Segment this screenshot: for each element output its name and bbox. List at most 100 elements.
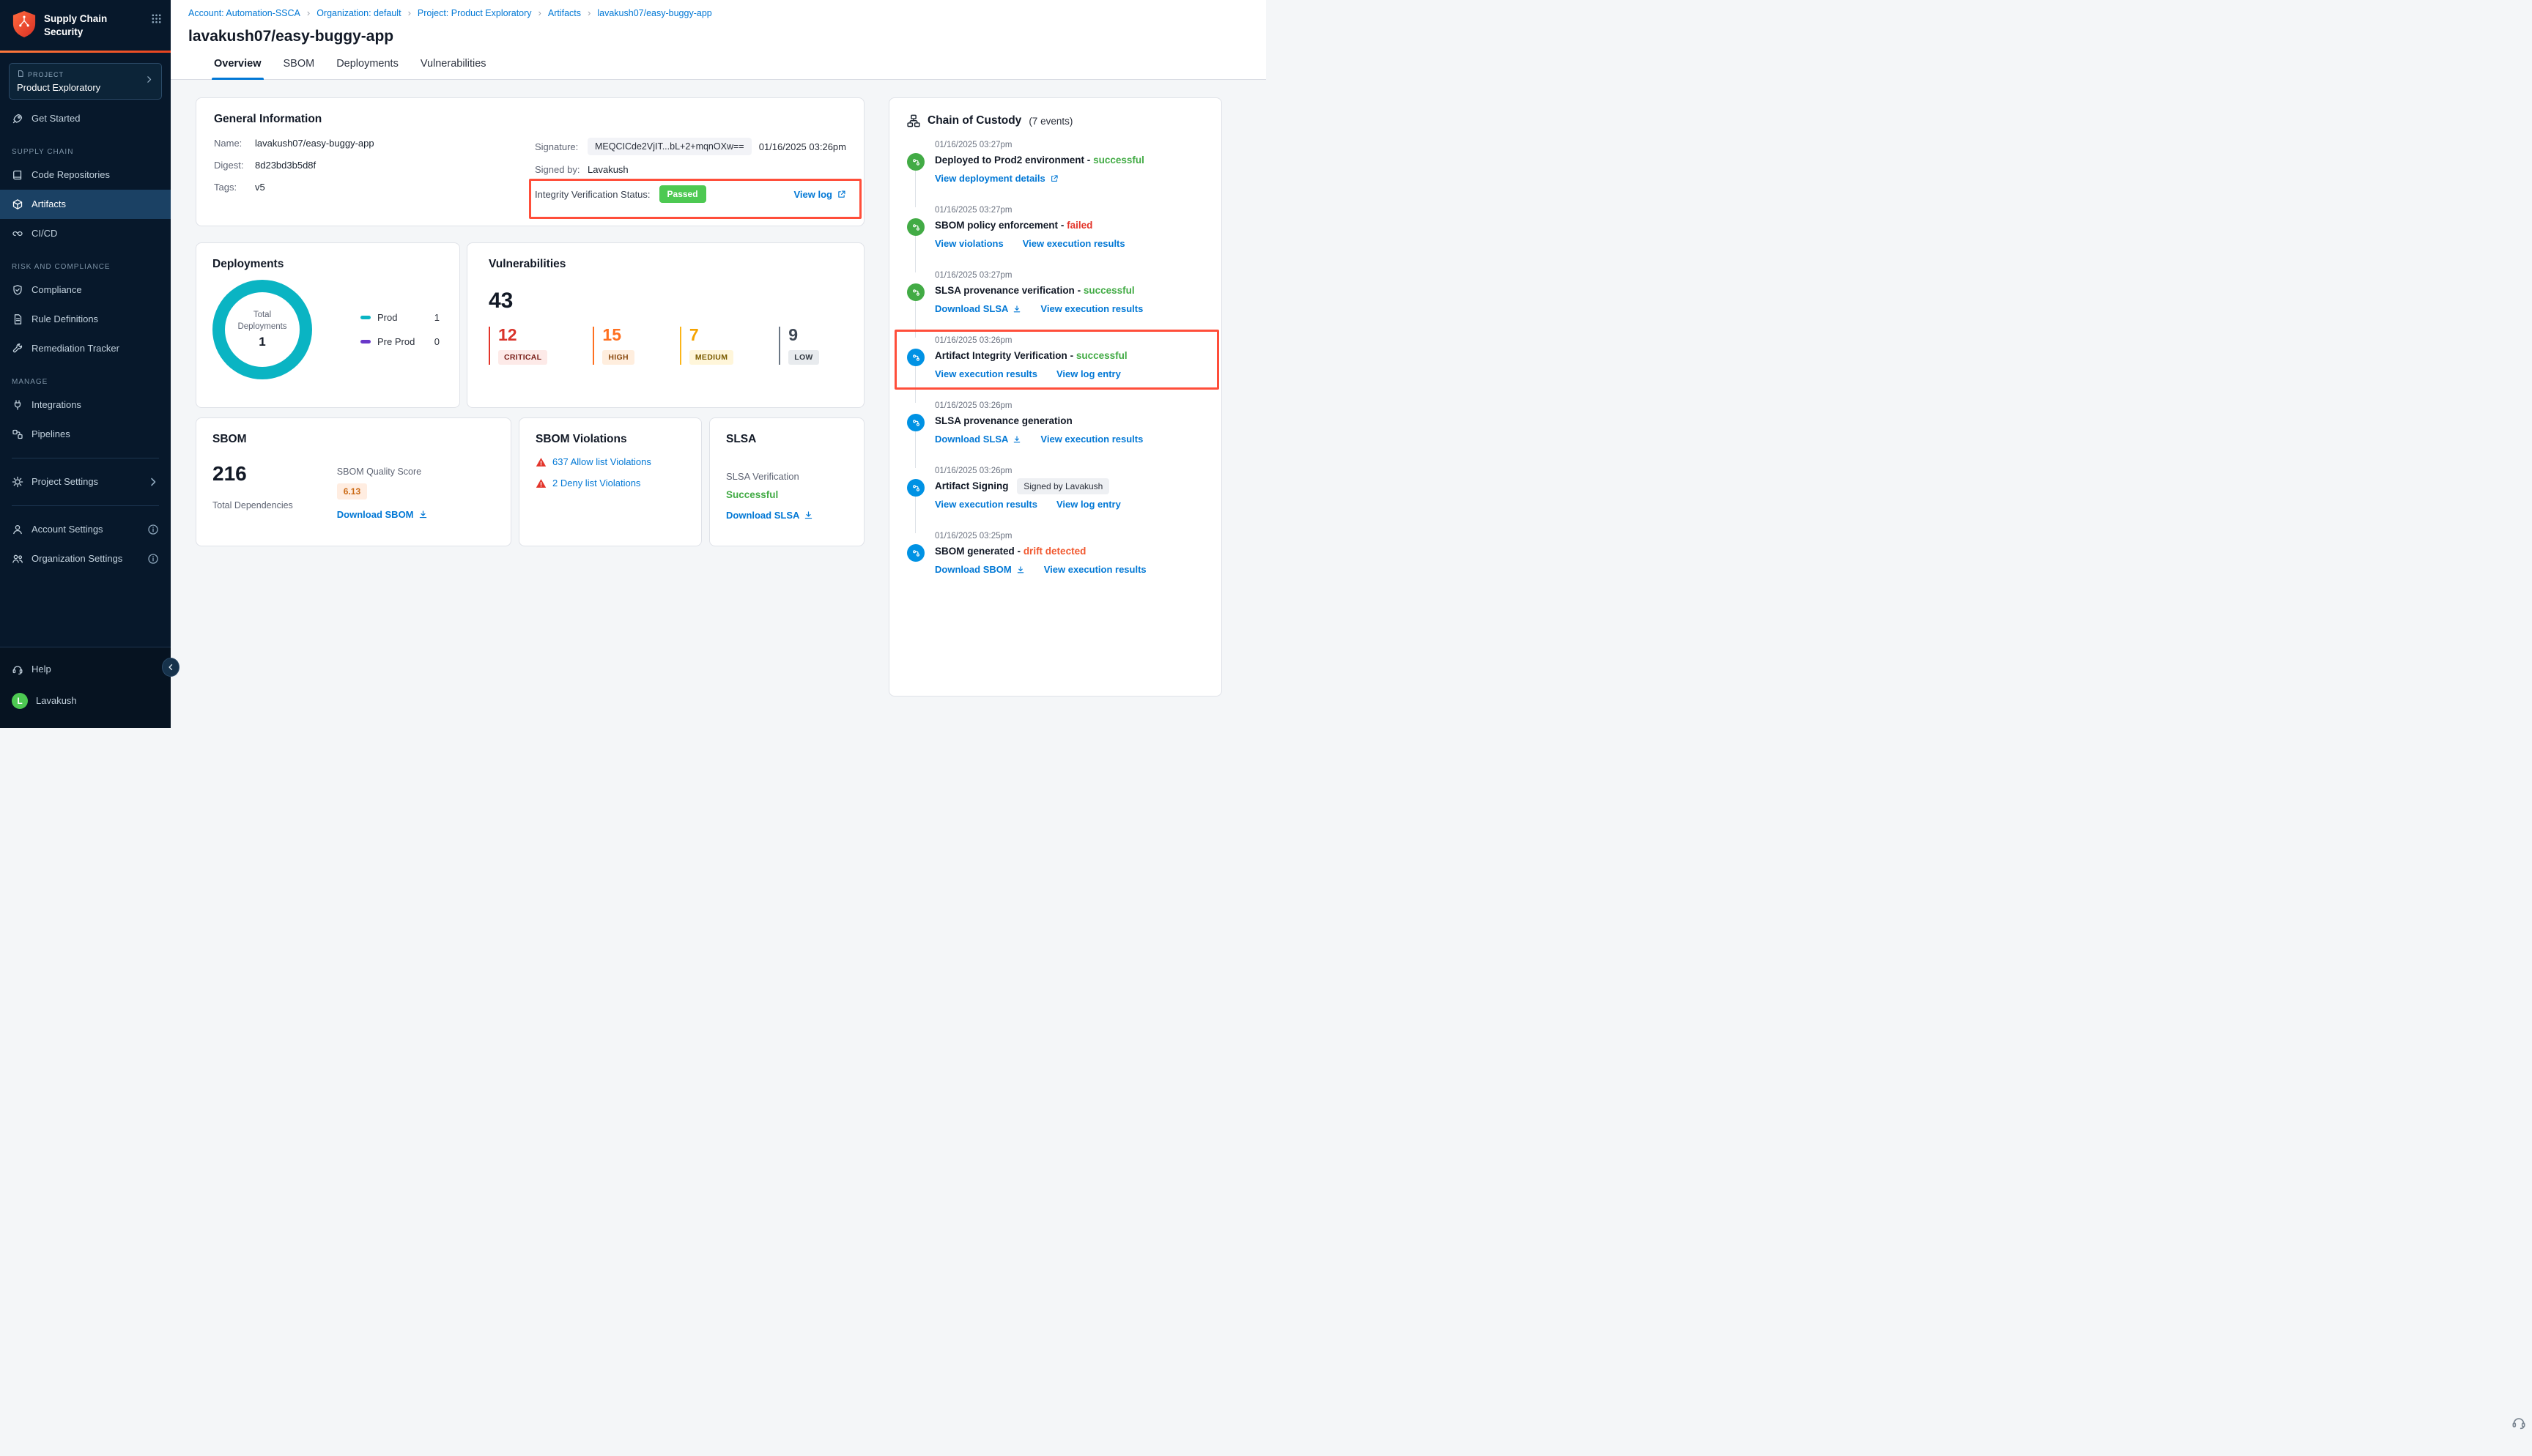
event-slsa-provenance-verification: 01/16/2025 03:27pm SLSA provenance verif… xyxy=(907,271,1204,336)
user-menu[interactable]: L Lavakush xyxy=(0,684,171,718)
field-digest: Digest: 8d23bd3b5d8f xyxy=(214,160,535,171)
sbom-card: SBOM 216 Total Dependencies SBOM Quality… xyxy=(196,417,511,546)
view-deployment-details-link[interactable]: View deployment details xyxy=(935,173,1059,184)
sidebar-collapse-button[interactable] xyxy=(162,658,179,677)
tab-vulnerabilities[interactable]: Vulnerabilities xyxy=(418,58,489,79)
severity-high: 15 HIGH xyxy=(593,327,634,365)
main-area: Account: Automation-SSCA Organization: d… xyxy=(171,0,1266,728)
warning-icon xyxy=(536,457,547,467)
breadcrumb-account[interactable]: Account: Automation-SSCA xyxy=(188,8,300,18)
allow-list-violations-link[interactable]: 637 Allow list Violations xyxy=(552,456,651,467)
sidebar-item-compliance[interactable]: Compliance xyxy=(0,275,171,305)
severity-critical: 12 CRITICAL xyxy=(489,327,547,365)
general-information-card: General Information Name: lavakush07/eas… xyxy=(196,97,865,226)
view-log-entry-link[interactable]: View log entry xyxy=(1056,368,1121,379)
legend-item-pre-prod: Pre Prod 0 xyxy=(360,336,440,347)
chevron-left-icon xyxy=(166,663,175,672)
download-icon xyxy=(1013,305,1021,313)
sidebar-item-organization-settings[interactable]: Organization Settings xyxy=(0,544,171,573)
help-button[interactable]: Help xyxy=(0,655,171,684)
sidebar-item-pipelines[interactable]: Pipelines xyxy=(0,420,171,449)
avatar: L xyxy=(12,693,28,709)
view-log-entry-link[interactable]: View log entry xyxy=(1056,499,1121,510)
download-icon xyxy=(1013,435,1021,444)
view-violations-link[interactable]: View violations xyxy=(935,238,1004,249)
general-info-signature-column: Signature: MEQCICde2VjIT...bL+2+mqnOXw==… xyxy=(535,138,846,203)
tab-deployments[interactable]: Deployments xyxy=(334,58,401,79)
event-title: SLSA provenance generation xyxy=(935,415,1204,426)
breadcrumb-project[interactable]: Project: Product Exploratory xyxy=(418,8,532,18)
project-selector[interactable]: PROJECT Product Exploratory xyxy=(9,63,162,100)
deny-list-violations-link[interactable]: 2 Deny list Violations xyxy=(552,478,640,489)
download-sbom-link[interactable]: Download SBOM xyxy=(935,564,1025,575)
event-timestamp: 01/16/2025 03:26pm xyxy=(935,467,1204,475)
sidebar: Supply Chain Security PROJECT Product Ex… xyxy=(0,0,171,728)
breadcrumb-current[interactable]: lavakush07/easy-buggy-app xyxy=(597,8,711,18)
chain-of-custody-icon xyxy=(907,114,920,127)
integrity-verification-row: Integrity Verification Status: Passed Vi… xyxy=(535,185,846,203)
view-execution-results-link[interactable]: View execution results xyxy=(935,499,1037,510)
event-timestamp: 01/16/2025 03:26pm xyxy=(935,401,1204,410)
project-name: Product Exploratory xyxy=(17,82,144,93)
sbom-quality: SBOM Quality Score 6.13 Download SBOM xyxy=(337,446,428,531)
info-icon xyxy=(147,553,159,565)
download-slsa-link[interactable]: Download SLSA xyxy=(726,510,813,521)
download-sbom-link[interactable]: Download SBOM xyxy=(337,509,428,520)
module-grid-icon[interactable] xyxy=(151,10,162,28)
view-execution-results-link[interactable]: View execution results xyxy=(1023,238,1125,249)
rocket-icon xyxy=(12,113,23,125)
sbom-stage-icon xyxy=(907,544,925,562)
download-slsa-link[interactable]: Download SLSA xyxy=(935,434,1021,445)
deployment-stage-icon xyxy=(907,153,925,171)
download-icon xyxy=(1016,565,1025,574)
integrity-stage-icon xyxy=(907,349,925,366)
sidebar-item-project-settings[interactable]: Project Settings xyxy=(0,467,171,497)
status-badge-passed: Passed xyxy=(659,185,706,203)
chain-of-custody-card: Chain of Custody (7 events) 01/16/2025 0… xyxy=(889,97,1222,697)
breadcrumb-organization[interactable]: Organization: default xyxy=(316,8,401,18)
signing-stage-icon xyxy=(907,479,925,497)
assistant-chat-button[interactable] xyxy=(2511,1414,2527,1434)
policy-stage-icon xyxy=(907,218,925,236)
view-execution-results-link[interactable]: View execution results xyxy=(1044,564,1147,575)
view-log-link[interactable]: View log xyxy=(794,189,847,200)
breadcrumb-artifacts[interactable]: Artifacts xyxy=(548,8,581,18)
sidebar-item-remediation-tracker[interactable]: Remediation Tracker xyxy=(0,334,171,363)
section-heading-manage: MANAGE xyxy=(0,363,171,390)
event-timestamp: 01/16/2025 03:26pm xyxy=(935,336,1204,345)
supply-chain-security-logo-icon xyxy=(12,10,37,42)
generation-stage-icon xyxy=(907,414,925,431)
view-execution-results-link[interactable]: View execution results xyxy=(935,368,1037,379)
tab-sbom[interactable]: SBOM xyxy=(281,58,317,79)
event-status: drift detected xyxy=(1023,546,1087,557)
sidebar-item-integrations[interactable]: Integrations xyxy=(0,390,171,420)
project-label: PROJECT xyxy=(17,70,144,79)
sidebar-item-artifacts[interactable]: Artifacts xyxy=(0,190,171,219)
plug-icon xyxy=(12,399,23,411)
vulnerabilities-total: 43 xyxy=(489,289,843,313)
content: General Information Name: lavakush07/eas… xyxy=(171,80,1266,728)
view-execution-results-link[interactable]: View execution results xyxy=(1040,303,1143,314)
field-signed-by: Signed by: Lavakush xyxy=(535,164,846,175)
download-slsa-link[interactable]: Download SLSA xyxy=(935,303,1021,314)
sidebar-item-rule-definitions[interactable]: Rule Definitions xyxy=(0,305,171,334)
sidebar-item-cicd[interactable]: CI/CD xyxy=(0,219,171,248)
event-status: failed xyxy=(1067,220,1092,231)
sbom-quality-score-badge: 6.13 xyxy=(337,483,367,499)
warning-icon xyxy=(536,478,547,489)
event-timestamp: 01/16/2025 03:25pm xyxy=(935,532,1204,541)
tab-overview[interactable]: Overview xyxy=(212,58,264,79)
shield-check-icon xyxy=(12,284,23,296)
sidebar-item-account-settings[interactable]: Account Settings xyxy=(0,515,171,544)
page-title: lavakush07/easy-buggy-app xyxy=(188,28,1266,45)
sbom-totals: 216 Total Dependencies xyxy=(212,446,293,531)
app-root: Supply Chain Security PROJECT Product Ex… xyxy=(0,0,1266,728)
info-icon xyxy=(147,524,159,535)
view-execution-results-link[interactable]: View execution results xyxy=(1040,434,1143,445)
chain-event-count: (7 events) xyxy=(1029,116,1073,127)
legend-item-prod: Prod 1 xyxy=(360,312,440,323)
download-icon xyxy=(804,510,813,520)
sidebar-item-code-repositories[interactable]: Code Repositories xyxy=(0,160,171,190)
chain-timeline: 01/16/2025 03:27pm Deployed to Prod2 env… xyxy=(889,141,1221,597)
sidebar-item-get-started[interactable]: Get Started xyxy=(0,104,171,133)
